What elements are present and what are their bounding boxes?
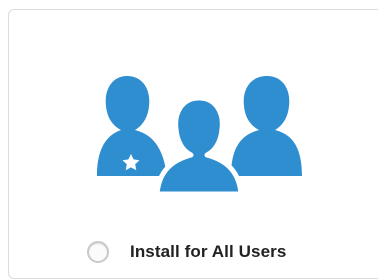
install-all-users-radio-option[interactable]: Install for All Users	[87, 238, 286, 266]
users-group-icon	[95, 72, 303, 196]
install-all-users-option-card[interactable]: Install for All Users	[8, 9, 378, 279]
user-figure-right	[231, 76, 302, 176]
install-all-users-label[interactable]: Install for All Users	[130, 242, 286, 262]
install-all-users-radio[interactable]	[87, 241, 109, 263]
user-figure-center	[154, 95, 244, 196]
